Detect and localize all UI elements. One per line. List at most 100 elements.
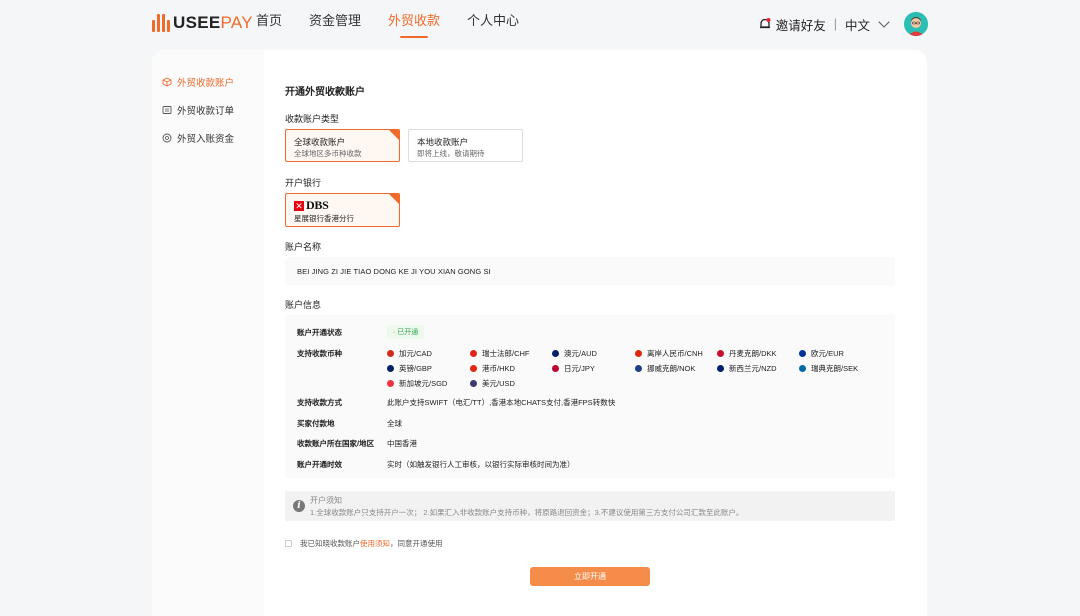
nav-personal-center[interactable]: 个人中心 (467, 12, 519, 38)
bank-name: 星展银行香港分行 (294, 214, 354, 223)
header-divider: | (833, 17, 837, 31)
status-badge: · 已开通 (387, 325, 425, 339)
sidebar: 外贸收款账户 外贸收款订单 外贸入账资金 (152, 50, 264, 616)
option-subtitle: 全球地区多币种收款 (294, 149, 362, 158)
flag-icon (635, 365, 642, 372)
dbs-logo: ✕ DBS (294, 198, 329, 212)
info-val: 全球 (387, 419, 402, 428)
box-icon (162, 77, 172, 87)
open-now-button[interactable]: 立即开通 (530, 567, 650, 586)
dbs-x-icon: ✕ (294, 200, 304, 211)
currency-label: 日元/JPY (564, 364, 595, 373)
header-right: 邀请好友 | 中文 (758, 12, 928, 36)
currency-item: 瑞典克朗/SEK (799, 363, 858, 374)
bank-option-dbs[interactable]: ✕ DBS 星展银行香港分行 (285, 193, 400, 227)
currency-label: 英镑/GBP (399, 364, 432, 373)
flag-icon (470, 380, 477, 387)
currency-label: 新加坡元/SGD (399, 379, 448, 388)
language-selector[interactable]: 中文 (845, 15, 904, 34)
user-avatar-icon (904, 12, 928, 36)
account-type-global-option[interactable]: 全球收款账户 全球地区多币种收款 (285, 129, 400, 162)
chevron-down-icon (878, 16, 890, 28)
info-key: 账户开通状态 (297, 328, 342, 337)
notice-text: 1.全球收款账户只支持开户一次； 2.如果汇入非收款账户支持币种，将原路退回资金… (310, 508, 744, 517)
usage-notice-link[interactable]: 使用须知 (360, 538, 390, 549)
info-val: 实时（如触发银行人工审核，以银行实际审核时间为准） (387, 460, 575, 469)
agree-text-suffix: ，同意开通使用 (390, 539, 443, 548)
nav-home[interactable]: 首页 (256, 12, 282, 38)
option-title: 本地收款账户 (417, 137, 469, 147)
account-type-local-option[interactable]: 本地收款账户 即将上线，敬请期待 (408, 129, 523, 162)
account-info-box: 账户开通状态 · 已开通 支持收款币种 加元/CAD 瑞士法郎/CHF 澳元/AUD… (285, 315, 895, 478)
logo-mark-icon (152, 14, 170, 32)
bell-icon[interactable] (758, 17, 772, 31)
sidebar-item-label: 外贸收款订单 (177, 106, 235, 117)
currency-item: 离岸人民币/CNH (635, 348, 703, 359)
agree-text-prefix: 我已知晓收款账户 (300, 539, 360, 548)
account-name-box: BEI JING ZI JIE TIAO DONG KE JI YOU XIAN… (285, 257, 895, 285)
useepay-logo[interactable]: USEEPAY (152, 13, 253, 33)
selected-corner-icon (389, 130, 399, 140)
currency-item: 澳元/AUD (552, 348, 597, 359)
currency-label: 澳元/AUD (564, 349, 597, 358)
currency-label: 美元/USD (482, 379, 515, 388)
info-key: 买家付款地 (297, 419, 335, 428)
flag-icon (387, 380, 394, 387)
info-key: 账户开通时效 (297, 460, 342, 469)
currency-label: 离岸人民币/CNH (647, 349, 703, 358)
agreement-row: 我已知晓收款账户 使用须知 ，同意开通使用 (285, 538, 443, 549)
flag-icon (470, 365, 477, 372)
bank-label: 开户银行 (285, 178, 322, 188)
info-val: 此账户支持SWIFT（电汇/TT）,香港本地CHATS支付,香港FPS转数快 (387, 398, 616, 407)
account-name-value: BEI JING ZI JIE TIAO DONG KE JI YOU XIAN… (297, 267, 491, 276)
currency-item: 英镑/GBP (387, 363, 432, 374)
currency-label: 欧元/EUR (811, 349, 844, 358)
currency-label: 瑞士法郎/CHF (482, 349, 530, 358)
currency-label: 新西兰元/NZD (729, 364, 777, 373)
info-key: 支持收款币种 (297, 349, 342, 358)
agree-checkbox[interactable] (285, 540, 292, 547)
logo-text: USEEPAY (173, 13, 253, 32)
currency-label: 挪威克朗/NOK (647, 364, 696, 373)
currency-item: 瑞士法郎/CHF (470, 348, 530, 359)
nav-funds[interactable]: 资金管理 (309, 12, 361, 38)
sidebar-item-label: 外贸收款账户 (177, 78, 235, 89)
currency-label: 港币/HKD (482, 364, 515, 373)
nav-trade-collection[interactable]: 外贸收款 (388, 12, 440, 38)
page-title: 开通外贸收款账户 (285, 87, 365, 98)
account-notice: i 开户须知 1.全球收款账户只支持开户一次； 2.如果汇入非收款账户支持币种，… (285, 491, 895, 521)
flag-icon (717, 365, 724, 372)
list-icon (162, 106, 172, 114)
currency-label: 瑞典克朗/SEK (811, 364, 859, 373)
flag-icon (799, 365, 806, 372)
sidebar-item-trade-account[interactable]: 外贸收款账户 (152, 68, 264, 96)
currency-label: 加元/CAD (399, 349, 432, 358)
avatar[interactable] (904, 12, 928, 36)
option-subtitle: 即将上线，敬请期待 (417, 149, 485, 158)
flag-icon (552, 365, 559, 372)
flag-icon (717, 350, 724, 357)
currency-label: 丹麦克朗/DKK (729, 349, 777, 358)
currency-item: 日元/JPY (552, 363, 595, 374)
sidebar-item-incoming-funds[interactable]: 外贸入账资金 (152, 124, 264, 152)
flag-icon (799, 350, 806, 357)
top-header: USEEPAY 首页 资金管理 外贸收款 个人中心 邀请好友 | 中文 (0, 0, 1080, 46)
currency-item: 美元/USD (470, 378, 515, 389)
flag-icon (387, 365, 394, 372)
sidebar-item-label: 外贸入账资金 (177, 134, 235, 145)
option-title: 全球收款账户 (294, 137, 346, 147)
account-info-label: 账户信息 (285, 300, 322, 310)
sidebar-item-trade-orders[interactable]: 外贸收款订单 (152, 96, 264, 124)
info-key: 支持收款方式 (297, 398, 342, 407)
currency-item: 挪威克朗/NOK (635, 363, 695, 374)
account-name-label: 账户名称 (285, 242, 322, 252)
flag-icon (635, 350, 642, 357)
main-nav: 首页 资金管理 外贸收款 个人中心 (256, 12, 546, 38)
currency-item: 新西兰元/NZD (717, 363, 777, 374)
info-val: · 已开通 (387, 325, 425, 339)
flag-icon (470, 350, 477, 357)
notice-title: 开户须知 (310, 496, 342, 505)
invite-friends-link[interactable]: 邀请好友 (776, 15, 826, 34)
currency-item: 加元/CAD (387, 348, 432, 359)
currency-item: 欧元/EUR (799, 348, 844, 359)
